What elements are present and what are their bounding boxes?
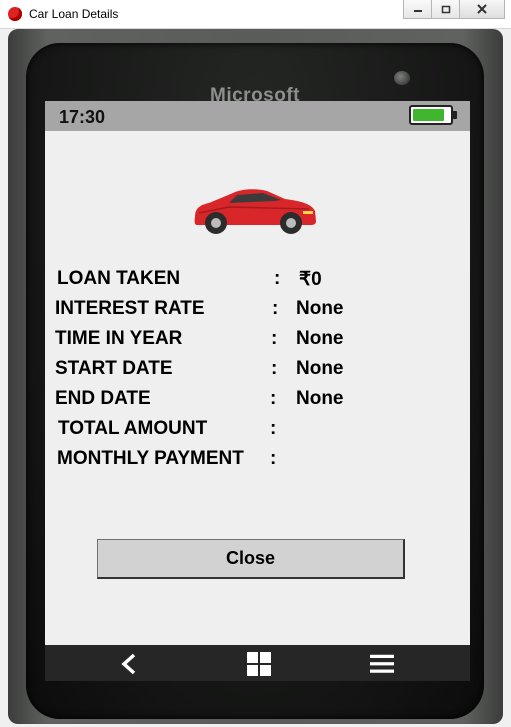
battery-level [413, 109, 444, 121]
car-icon [194, 189, 316, 234]
minimize-icon [413, 10, 422, 12]
window-title: Car Loan Details [29, 7, 119, 21]
restore-icon [441, 5, 450, 14]
label-total-amount: TOTAL AMOUNT [58, 418, 208, 439]
separator: : [270, 418, 277, 439]
separator: : [270, 388, 277, 409]
value-interest-rate: None [296, 298, 344, 319]
app-icon [8, 7, 22, 21]
label-time-in-year: TIME IN YEAR [55, 328, 183, 349]
label-interest-rate: INTEREST RATE [55, 298, 205, 319]
menu-icon [370, 654, 394, 673]
windows-icon [247, 652, 271, 676]
nav-bar [45, 645, 470, 681]
window-controls [403, 0, 505, 20]
windows-button[interactable] [247, 652, 271, 676]
window-titlebar: Car Loan Details [0, 0, 511, 29]
close-window-button[interactable] [459, 0, 505, 19]
value-time-in-year: None [296, 328, 344, 349]
label-monthly-payment: MONTHLY PAYMENT [57, 448, 244, 469]
status-bar: 17:30 [45, 101, 470, 131]
separator: : [274, 268, 281, 289]
back-button[interactable] [117, 652, 141, 676]
close-button[interactable]: Close [97, 539, 405, 579]
separator: : [272, 298, 279, 319]
value-loan-taken: ₹0 [299, 269, 322, 290]
restore-button[interactable] [431, 0, 460, 19]
close-icon [477, 4, 487, 14]
separator: : [271, 328, 278, 349]
value-start-date: None [296, 358, 344, 379]
back-icon [121, 653, 136, 675]
battery-tip [453, 111, 457, 119]
battery-icon [409, 105, 453, 125]
value-end-date: None [296, 388, 344, 409]
separator: : [270, 448, 277, 469]
phone-screen: 17:30 LOAN TAKEN : ₹0 INTEREST RATE : No… [45, 101, 470, 681]
label-end-date: END DATE [55, 388, 151, 409]
camera-icon [394, 71, 410, 85]
label-start-date: START DATE [55, 358, 173, 379]
minimize-button[interactable] [403, 0, 432, 19]
label-loan-taken: LOAN TAKEN [57, 268, 181, 289]
status-time: 17:30 [59, 107, 106, 127]
menu-button[interactable] [370, 652, 394, 676]
separator: : [271, 358, 278, 379]
